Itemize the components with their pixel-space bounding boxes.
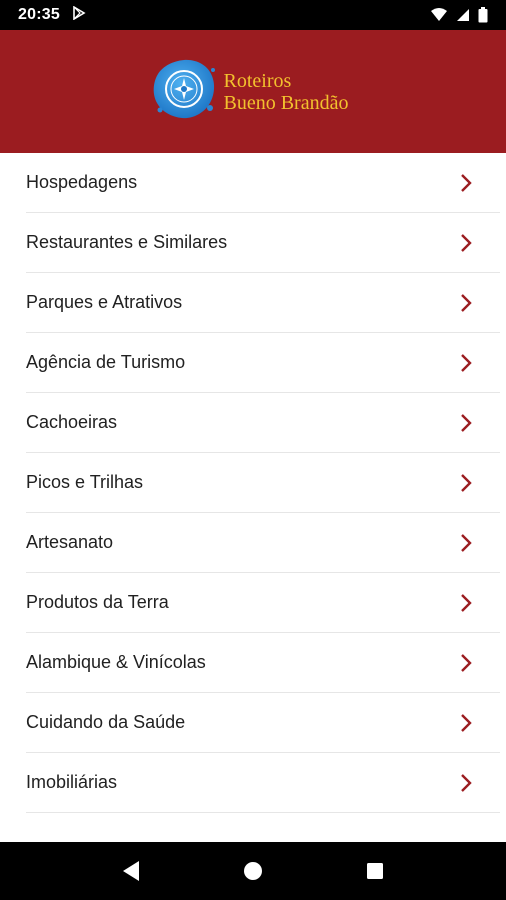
- chevron-right-icon: [460, 533, 472, 553]
- chevron-right-icon: [460, 773, 472, 793]
- chevron-right-icon: [460, 353, 472, 373]
- list-item-restaurantes[interactable]: Restaurantes e Similares: [26, 213, 500, 273]
- list-item-label: Artesanato: [26, 532, 114, 552]
- list-item-label: Imobiliárias: [26, 772, 118, 792]
- list-item-label: Restaurantes e Similares: [26, 232, 228, 252]
- back-icon[interactable]: [111, 851, 151, 891]
- logo-text: Roteiros Bueno Brandão: [224, 70, 349, 114]
- list-item-parques[interactable]: Parques e Atrativos: [26, 273, 500, 333]
- chevron-right-icon: [460, 233, 472, 253]
- play-store-icon: [72, 5, 86, 25]
- list-item-imobiliarias[interactable]: Imobiliárias: [26, 753, 500, 813]
- chevron-right-icon: [460, 413, 472, 433]
- logo-line-2: Bueno Brandão: [223, 91, 349, 114]
- status-left: 20:35: [18, 5, 86, 25]
- category-list: Hospedagens Restaurantes e Similares Par…: [0, 153, 506, 842]
- list-item-label: Alambique & Vinícolas: [26, 652, 206, 672]
- chevron-right-icon: [460, 653, 472, 673]
- chevron-right-icon: [460, 713, 472, 733]
- list-item-agencia[interactable]: Agência de Turismo: [26, 333, 500, 393]
- list-item-label: Produtos da Terra: [26, 592, 169, 612]
- app-header: Roteiros Bueno Brandão: [0, 30, 506, 153]
- list-item-hospedagens[interactable]: Hospedagens: [26, 153, 500, 213]
- chevron-right-icon: [460, 293, 472, 313]
- list-item-label: Hospedagens: [26, 172, 138, 192]
- status-bar: 20:35: [0, 0, 506, 30]
- status-right: [430, 7, 488, 23]
- list-item-artesanato[interactable]: Artesanato: [26, 513, 500, 573]
- list-item-label: Cachoeiras: [26, 412, 118, 432]
- navigation-bar: [0, 842, 506, 900]
- chevron-right-icon: [460, 593, 472, 613]
- list-item-label: Cuidando da Saúde: [26, 712, 186, 732]
- battery-icon: [478, 7, 488, 23]
- chevron-right-icon: [460, 173, 472, 193]
- signal-icon: [456, 8, 470, 22]
- list-item-picos[interactable]: Picos e Trilhas: [26, 453, 500, 513]
- list-item-produtos[interactable]: Produtos da Terra: [26, 573, 500, 633]
- list-item-label: Picos e Trilhas: [26, 472, 144, 492]
- status-time: 20:35: [18, 6, 60, 23]
- list-item-label: Agência de Turismo: [26, 352, 186, 372]
- seal-logo-icon: [150, 56, 218, 127]
- list-item-saude[interactable]: Cuidando da Saúde: [26, 693, 500, 753]
- home-icon[interactable]: [233, 851, 273, 891]
- app-logo: Roteiros Bueno Brandão: [150, 56, 349, 127]
- logo-line-1: Roteiros: [223, 69, 292, 92]
- list-item-cachoeiras[interactable]: Cachoeiras: [26, 393, 500, 453]
- list-item-label: Parques e Atrativos: [26, 292, 183, 312]
- list-item-alambique[interactable]: Alambique & Vinícolas: [26, 633, 500, 693]
- chevron-right-icon: [460, 473, 472, 493]
- recents-icon[interactable]: [355, 851, 395, 891]
- wifi-icon: [430, 8, 448, 22]
